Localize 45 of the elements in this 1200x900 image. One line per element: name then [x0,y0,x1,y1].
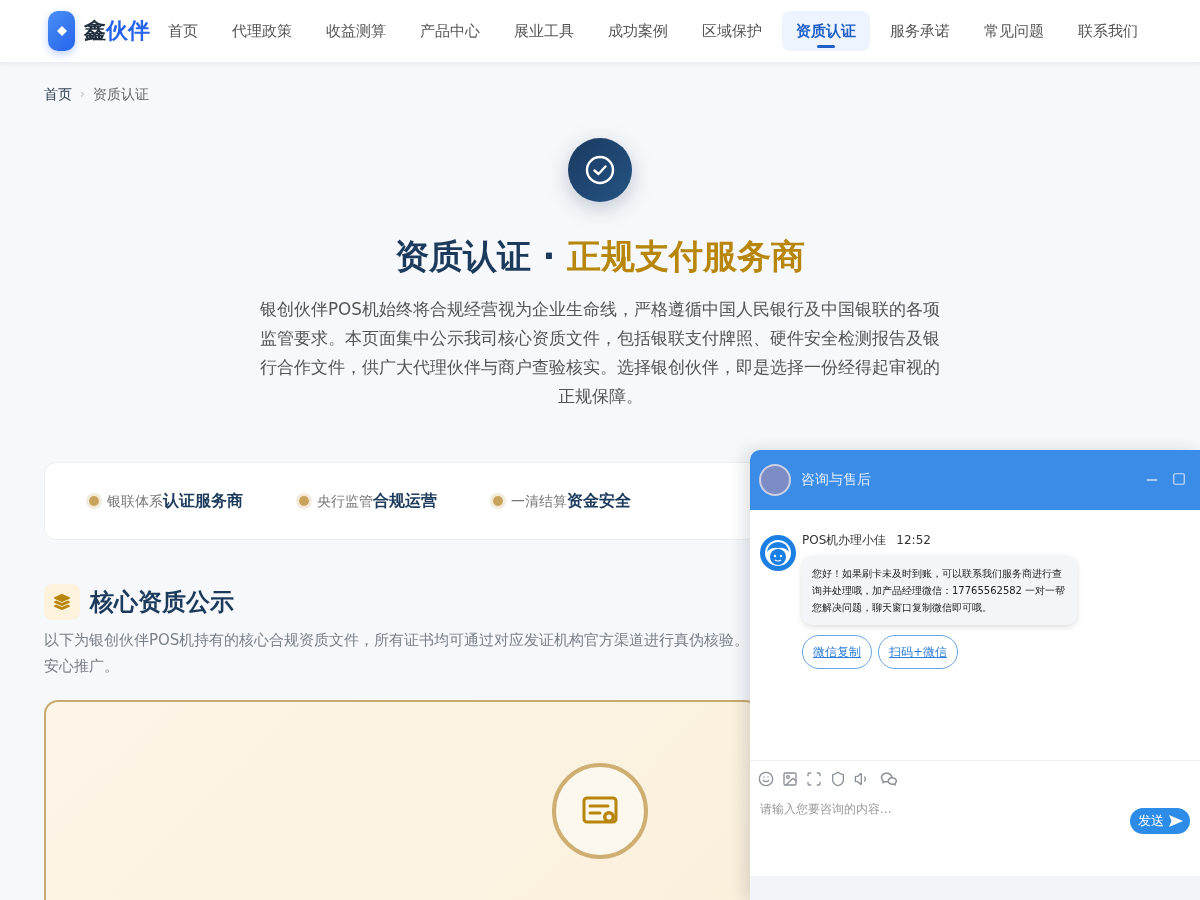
nav-tab[interactable]: 首页 [154,11,212,51]
nav-tab[interactable]: 常见问题 [970,11,1058,51]
logo-text[interactable]: 鑫伙伴 [84,16,150,46]
page-title: 资质认证 · 正规支付服务商 [394,235,806,278]
nav-tab[interactable]: 区域保护 [688,11,776,51]
dot-icon [299,496,309,506]
nav-tab[interactable]: 联系我们 [1064,11,1152,51]
quick-reply-button[interactable]: 微信复制 [802,635,872,669]
breadcrumb-link[interactable]: 首页 [44,85,72,103]
send-arrow-icon [1168,815,1183,827]
nav-tab[interactable]: 收益测算 [312,11,400,51]
dot-icon [89,496,99,506]
section-description: 以下为银创伙伴POS机持有的核心合规资质文件，所有证书均可通过对应发证机构官方渠道进行真伪核验。 [44,630,750,651]
dot-icon [493,496,503,506]
message-bubble: 您好！如果刷卡未及时到账，可以联系我们服务商进行查询并处理哦，加产品经理微信：17765562582 一对一帮您解决问题，聊天窗口复制微信即可哦。 [802,556,1077,625]
shield-icon[interactable] [830,770,846,787]
nav-tab[interactable]: 服务承诺 [876,11,964,51]
highlight-text: 央行监管合规运营 [317,490,437,512]
quick-reply-button[interactable]: 扫码+微信 [878,635,959,669]
breadcrumb-separator: › [80,86,85,103]
nav-tab[interactable]: 成功案例 [594,11,682,51]
sender-name: POS机办理小佳 [802,532,887,548]
intro-paragraph: 银创伙伴POS机始终将合规经营视为企业生命线，严格遵循中国人民银行及中国银联的各项监管要求。本页面集中公示我司核心资质文件，包括银联支付牌照、硬件安全检测报告及银行合作文件，供广大代理伙伴与商户查验核实。选择银创伙伴，即是选择一份经得起审视的正规保障。 [260,298,940,408]
check-badge-icon [568,138,632,202]
highlight-text: 银联体系认证服务商 [107,490,243,512]
nav-tab[interactable]: 展业工具 [500,11,588,51]
emoji-icon[interactable] [758,770,774,787]
highlight-text: 一清结算资金安全 [511,490,631,512]
logo-icon[interactable] [48,11,75,51]
message-time: 12:52 [896,532,931,548]
chat-title: 咨询与售后 [801,471,871,489]
nav-tab[interactable]: 资质认证 [782,11,870,51]
image-icon[interactable] [782,770,798,787]
avatar-placeholder [759,464,791,496]
scan-frame-icon[interactable] [806,770,822,787]
layers-icon [44,584,80,620]
message-input[interactable]: 请输入您要咨询的内容... [760,796,1120,866]
maximize-icon[interactable] [1172,472,1186,486]
section-title: 核心资质公示 [90,587,234,618]
nav-tab[interactable]: 产品中心 [406,11,494,51]
nav-tab[interactable]: 代理政策 [218,11,306,51]
section-description: 安心推广。 [44,656,119,677]
agent-avatar-icon [760,535,796,571]
chat-bubbles-icon[interactable] [880,769,898,788]
breadcrumb-current-page: 资质认证 [92,85,149,103]
